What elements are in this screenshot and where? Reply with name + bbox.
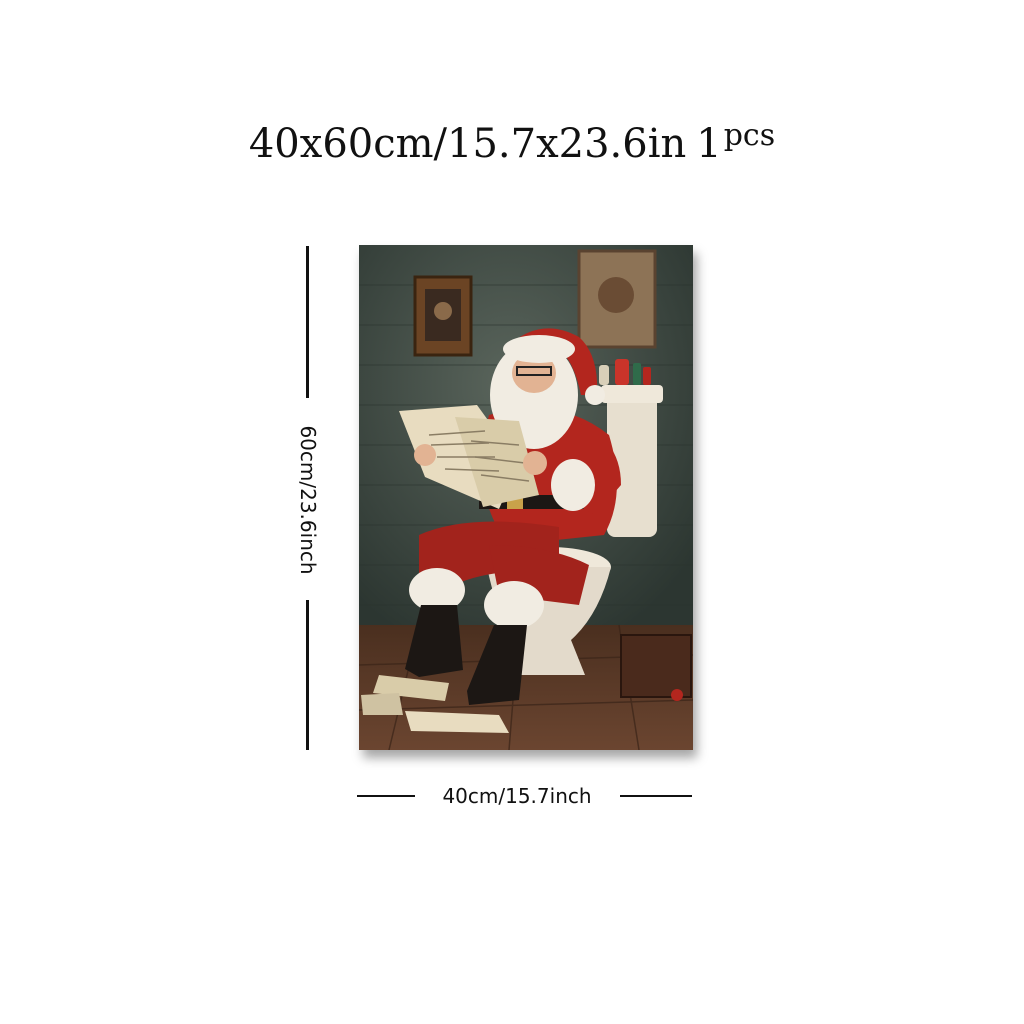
santa-painting — [359, 245, 693, 750]
height-dimension-line-top — [306, 246, 309, 398]
height-label: 60cm/23.6inch — [296, 425, 320, 575]
canvas-print — [359, 245, 693, 750]
size-heading-text: 40x60cm/15.7x23.6in — [248, 121, 687, 167]
width-label: 40cm/15.7inch — [442, 784, 592, 808]
height-dimension-line-bottom — [306, 600, 309, 750]
quantity-unit: pcs — [723, 118, 776, 153]
width-label-row: 40cm/15.7inch — [0, 784, 1024, 808]
size-heading: 40x60cm/15.7x23.6in 1pcs — [0, 118, 1024, 167]
quantity-number: 1 — [696, 121, 722, 167]
